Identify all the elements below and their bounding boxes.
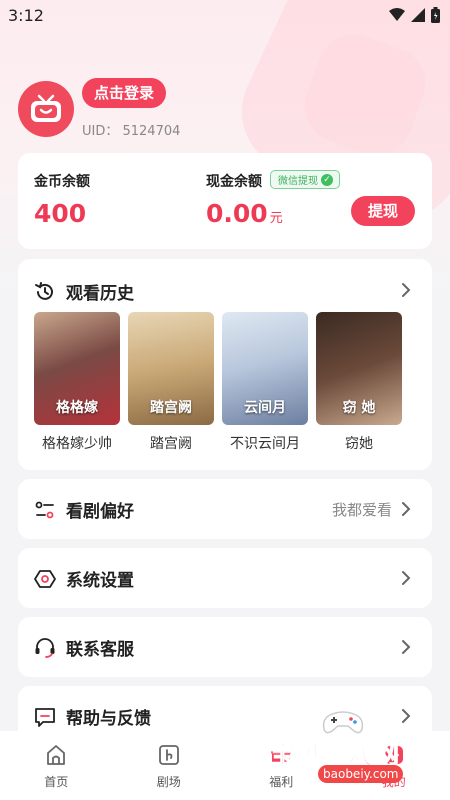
menu-item-customer-service[interactable]: 联系客服	[18, 617, 432, 677]
tab-theater[interactable]: 剧场	[113, 731, 226, 800]
history-item-title: 踏宫阙	[150, 436, 192, 452]
tab-home[interactable]: 首页	[0, 731, 113, 800]
history-item-title: 格格嫁少帅	[42, 436, 112, 452]
settings-icon	[34, 569, 56, 588]
poster-overlay-text: 窃 她	[342, 400, 376, 416]
history-item-title: 窃她	[345, 436, 373, 452]
tv-logo-icon	[31, 94, 61, 122]
poster-overlay-text: 云间月	[244, 400, 286, 416]
watermark-logo: 宝贝游戏网 baobeiy.com	[268, 705, 428, 795]
home-icon	[47, 745, 66, 765]
watch-history-header[interactable]: 观看历史	[34, 279, 134, 304]
menu-item-label: 看剧偏好	[66, 502, 134, 522]
tab-label: 首页	[44, 775, 69, 789]
history-item[interactable]: 格格嫁 格格嫁少帅	[34, 312, 120, 453]
cash-balance: 0.00 元	[206, 199, 283, 228]
gamepad-icon	[322, 711, 364, 734]
header-background	[0, 0, 450, 300]
battery-icon	[431, 7, 440, 23]
poster-image: 格格嫁	[34, 312, 120, 425]
poster-overlay-text: 格格嫁	[56, 400, 98, 416]
menu-item-preference[interactable]: 看剧偏好 我都爱看	[18, 479, 432, 539]
profile-section: 点击登录 UID： 5124704	[18, 78, 180, 139]
cash-balance-value: 0.00	[206, 199, 268, 228]
menu-item-settings[interactable]: 系统设置	[18, 548, 432, 608]
menu-row: 系统设置	[34, 566, 134, 591]
preference-value: 我都爱看	[331, 501, 392, 519]
menu-item-label: 帮助与反馈	[66, 709, 151, 729]
user-id: UID： 5124704	[82, 124, 181, 139]
login-button[interactable]: 点击登录	[82, 78, 167, 108]
watch-history-card: 观看历史 格格嫁 格格嫁少帅 踏宫阙 踏宫阙 云间月 不识云间月 窃 她 窃她	[18, 259, 432, 470]
withdraw-button[interactable]: 提现	[351, 196, 415, 226]
avatar[interactable]	[18, 80, 74, 137]
balance-card: 金币余额 400 现金余额 微信提现 ✓ 0.00 元 提现	[18, 153, 432, 249]
wifi-icon	[389, 8, 405, 21]
menu-row: 看剧偏好	[34, 497, 134, 522]
poster-image: 踏宫阙	[128, 312, 214, 425]
status-time: 3:12	[8, 5, 44, 25]
poster-image: 云间月	[222, 312, 308, 425]
menu-row: 帮助与反馈	[34, 704, 151, 729]
preference-icon	[35, 501, 54, 518]
history-item[interactable]: 踏宫阙 踏宫阙	[128, 312, 214, 453]
watermark-url: baobeiy.com	[318, 765, 404, 783]
status-bar: 3:12	[0, 0, 450, 30]
check-icon: ✓	[321, 173, 333, 186]
tab-label: 剧场	[156, 775, 181, 789]
chevron-right-icon[interactable]	[400, 281, 412, 299]
history-item-title: 不识云间月	[230, 436, 300, 452]
history-item[interactable]: 窃 她 窃她	[316, 312, 402, 453]
wechat-badge-text: 微信提现	[278, 176, 318, 187]
wechat-withdraw-badge: 微信提现 ✓	[270, 170, 340, 189]
chevron-right-icon	[402, 640, 411, 654]
status-icons	[389, 7, 440, 23]
poster-image: 窃 她	[316, 312, 402, 425]
chevron-right-icon	[402, 571, 411, 585]
feedback-icon	[35, 707, 55, 727]
menu-row: 联系客服	[34, 635, 134, 660]
signal-icon	[411, 8, 425, 22]
menu-item-label: 联系客服	[66, 640, 134, 660]
history-poster-list: 格格嫁 格格嫁少帅 踏宫阙 踏宫阙 云间月 不识云间月 窃 她 窃她	[34, 312, 402, 453]
history-icon	[35, 281, 53, 300]
theater-icon	[158, 745, 179, 765]
cash-unit: 元	[269, 211, 283, 226]
history-item[interactable]: 云间月 不识云间月	[222, 312, 308, 453]
cash-balance-label: 现金余额	[206, 174, 262, 190]
watch-history-title: 观看历史	[66, 284, 134, 304]
coin-balance-value: 400	[34, 199, 87, 228]
chevron-right-icon	[402, 502, 411, 516]
poster-overlay-text: 踏宫阙	[150, 400, 192, 416]
headset-icon	[35, 637, 55, 658]
menu-item-label: 系统设置	[66, 571, 134, 591]
coin-balance-label: 金币余额	[34, 174, 90, 190]
